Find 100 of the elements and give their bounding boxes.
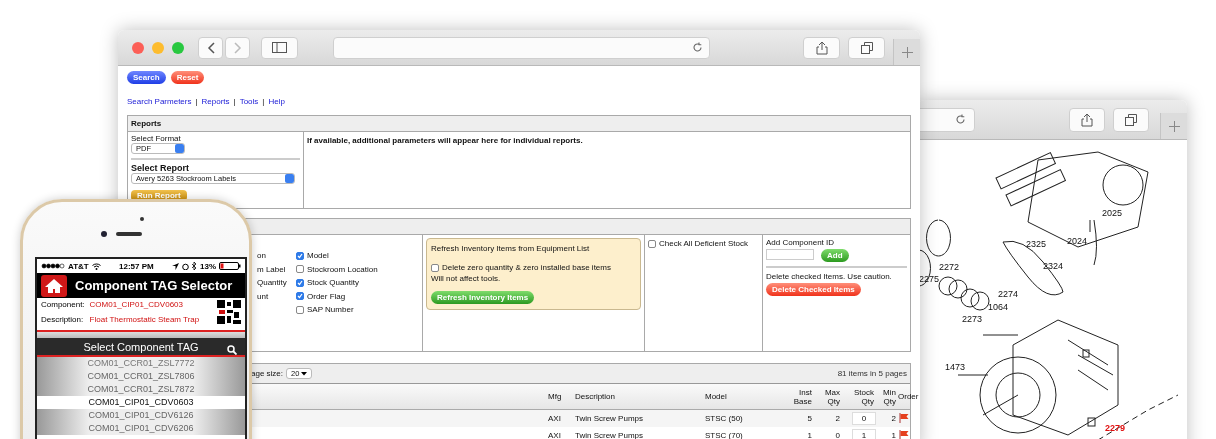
zoom-button[interactable] (172, 41, 184, 54)
status-time: 12:57 PM (119, 261, 154, 271)
speaker-icon (116, 232, 142, 236)
option-label: SAP Number (307, 304, 354, 316)
tabs-icon (860, 41, 873, 54)
nav-link[interactable]: Tools (239, 97, 259, 106)
app-title: Component TAG Selector (75, 278, 233, 293)
callout-label: 1064 (988, 302, 1009, 312)
component-id-field[interactable] (766, 249, 814, 260)
stock-qty-field[interactable]: 1 (852, 429, 876, 439)
table-cell-text: AXI (548, 431, 562, 439)
tag-option[interactable]: COM01_CCR01_ZSL7806 (37, 370, 245, 383)
option-label: unt (257, 290, 270, 303)
new-tab-button[interactable] (893, 39, 920, 65)
table-cell-text: 2 (890, 414, 897, 423)
panel-title: Reports (128, 116, 910, 132)
new-tab-button[interactable] (1160, 113, 1187, 139)
callout-label: 2324 (1043, 261, 1064, 271)
nav-link[interactable]: Help (268, 97, 285, 106)
table-cell-text: STSC (50) (705, 414, 744, 423)
alarm-icon (182, 262, 189, 270)
checkbox[interactable] (296, 251, 304, 260)
column-header[interactable]: Max Qty (814, 387, 842, 406)
link-separator: | (262, 97, 265, 106)
checkbox[interactable] (296, 292, 304, 301)
callout-label: 2279 (1105, 423, 1126, 433)
checkbox[interactable] (296, 278, 304, 287)
back-button[interactable] (198, 36, 223, 59)
column-header[interactable]: Model (705, 392, 780, 401)
chevron-right-icon (233, 41, 242, 54)
checkbox[interactable] (296, 265, 304, 274)
carrier-label: AT&T (68, 261, 89, 271)
table-cell-text: Twin Screw Pumps (575, 414, 645, 423)
camera-icon (101, 231, 107, 237)
search-button[interactable]: Search (127, 71, 166, 84)
sidebar-icon (272, 42, 287, 53)
bar-title: Select Component TAG (83, 340, 199, 353)
nav-link[interactable]: Reports (201, 97, 230, 106)
table-cell-text: AXI (548, 414, 562, 423)
wifi-icon (91, 262, 101, 270)
link-separator: | (233, 97, 236, 106)
column-header[interactable]: Inst Base (780, 387, 814, 406)
search-icon (227, 345, 237, 355)
field-label: Description: (41, 315, 85, 326)
qr-code-icon (217, 300, 241, 324)
table-cell-text: 5 (806, 414, 813, 423)
link-separator: | (195, 97, 198, 106)
option-label: Check All Deficient Stock (659, 239, 748, 248)
checkbox[interactable] (648, 239, 656, 248)
column-header[interactable]: Mfg (548, 392, 575, 401)
tag-option[interactable]: COM01_CIP01_CDV6126 (37, 409, 245, 422)
field-value: Float Thermostatic Steam Trap (89, 315, 200, 326)
option-label: Model (307, 250, 329, 262)
info-text: If available, additional parameters will appear here for individual reports. (306, 135, 584, 147)
option-label: Order Flag (307, 290, 346, 303)
tag-option[interactable]: COM01_CCR01_ZSL7872 (37, 383, 245, 396)
address-bar[interactable] (918, 107, 975, 132)
stock-qty-field[interactable]: 0 (852, 412, 876, 425)
tabs-button[interactable] (848, 36, 885, 59)
column-header[interactable]: Min Qty (876, 387, 898, 406)
battery-percent: 13% (200, 261, 216, 271)
table-cell-text: 0 (834, 431, 841, 439)
share-button[interactable] (1069, 107, 1105, 132)
field-label: Component: (41, 300, 85, 311)
table-cell-text: Twin Screw Pumps (575, 431, 645, 439)
column-header[interactable]: Description (575, 392, 705, 401)
option-label: Quantity (257, 277, 288, 289)
column-header[interactable]: Order (898, 392, 919, 401)
close-button[interactable] (132, 41, 144, 54)
callout-label: 2274 (998, 289, 1019, 299)
tag-picker[interactable]: COM01_CCR01_ZSL7772 COM01_CCR01_ZSL7806 COM01_CCR01_ZSL7872 COM01_CIP01_CDV0603 COM01_CIP01_CDV6126 COM01_CIP01_CDV6206 (37, 357, 245, 435)
battery-icon (219, 262, 241, 270)
sidebar-button[interactable] (261, 36, 298, 59)
location-icon (172, 262, 179, 270)
tag-option[interactable]: COM01_CIP01_CDV6206 (37, 422, 245, 435)
tabs-button[interactable] (1113, 107, 1149, 132)
option-label: Stockroom Location (307, 263, 378, 276)
share-icon (1081, 112, 1093, 127)
tag-option[interactable]: COM01_CCR01_ZSL7772 (37, 357, 245, 370)
share-button[interactable] (803, 36, 840, 59)
field-label: Add Component ID (766, 238, 835, 247)
nav-link[interactable]: Search Parmeters (127, 97, 192, 106)
reload-icon[interactable] (955, 114, 966, 125)
checkbox[interactable] (431, 263, 439, 272)
callout-label: 2024 (1067, 236, 1088, 246)
tag-option[interactable]: COM01_CIP01_CDV0603 (37, 396, 245, 409)
plus-icon (901, 46, 913, 58)
checkbox[interactable] (296, 305, 304, 314)
caret-icon (301, 371, 309, 376)
sensor-icon (140, 217, 144, 221)
callout-label: 2025 (1102, 208, 1123, 218)
tabs-icon (1125, 113, 1137, 126)
chevron-left-icon (206, 41, 215, 54)
reload-icon[interactable] (692, 42, 703, 53)
signal-icon (41, 263, 65, 269)
option-label: Stock Quantity (307, 277, 360, 289)
column-header[interactable]: Stock Qty (842, 387, 876, 406)
callout-label: 1473 (945, 362, 966, 372)
box-title: Refresh Inventory Items from Equipment List (431, 244, 590, 253)
home-icon (41, 274, 67, 297)
